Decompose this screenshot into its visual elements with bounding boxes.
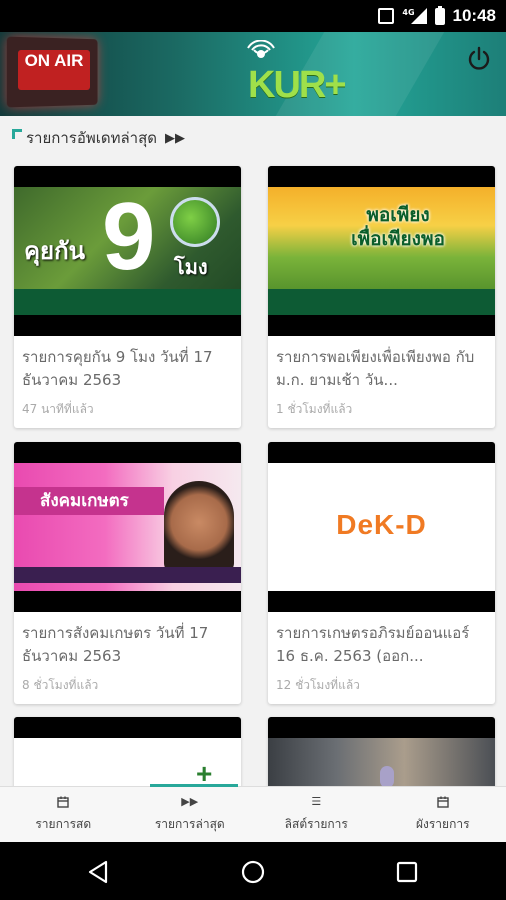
tab-latest[interactable]: ▶▶ รายการล่าสุด (127, 787, 254, 842)
clock: 10:48 (452, 6, 496, 25)
program-title[interactable]: รายการเกษตรอภิรมย์ออนแอร์ 16 ธ.ค. 2563 (… (268, 612, 495, 670)
status-bar: 4G 10:48 (0, 0, 506, 32)
calendar-icon (437, 796, 449, 808)
tab-live[interactable]: รายการสด (0, 787, 127, 842)
program-thumbnail[interactable]: DeK-D (268, 442, 495, 612)
list-icon: ☰ (311, 795, 322, 808)
tab-label: ผังรายการ (415, 817, 470, 831)
on-air-label: ON AIR (18, 50, 90, 90)
fast-forward-icon: ▶▶ (165, 130, 185, 146)
header-banner: ON AIR KUR+ (0, 32, 506, 116)
program-time: 47 นาทีที่แล้ว (22, 402, 94, 416)
tab-list[interactable]: ☰ ลิสต์รายการ (253, 787, 380, 842)
program-card[interactable]: พอเพียง เพื่อเพียงพอ รายการพอเพียงเพื่อเ… (268, 166, 495, 428)
program-card[interactable]: สังคมเกษตร รายการสังคมเกษตร วันที่ 17 ธั… (14, 442, 241, 704)
program-thumbnail[interactable]: พอเพียง เพื่อเพียงพอ (268, 166, 495, 336)
microphone-icon (380, 766, 394, 788)
vibrate-icon (378, 8, 395, 24)
thumbnail-text: คุยกัน (24, 237, 86, 265)
status-icons: 4G 10:48 (378, 0, 496, 32)
logo-text: KUR+ (248, 64, 347, 106)
section-accent (12, 129, 22, 139)
program-time: 8 ชั่วโมงที่แล้ว (22, 678, 99, 692)
thumbnail-text: โมง (174, 255, 208, 279)
section-title: รายการอัพเดทล่าสุด ▶▶ (12, 126, 185, 150)
tab-label: ลิสต์รายการ (284, 817, 348, 831)
back-icon[interactable] (86, 859, 112, 885)
tab-label: รายการล่าสุด (154, 817, 225, 831)
thumbnail-number: 9 (102, 183, 156, 290)
active-tab-indicator (150, 784, 238, 787)
program-thumbnail[interactable]: คุยกัน 9 โมง (14, 166, 241, 336)
host-photo (164, 481, 234, 573)
tab-schedule[interactable]: ผังรายการ (380, 787, 506, 842)
thumbnail-text: พอเพียง เพื่อเพียงพอ (351, 204, 445, 250)
program-card[interactable]: DeK-D รายการเกษตรอภิรมย์ออนแอร์ 16 ธ.ค. … (268, 442, 495, 704)
recents-icon[interactable] (394, 859, 420, 885)
tab-label: รายการสด (35, 817, 92, 831)
program-card[interactable]: คุยกัน 9 โมง รายการคุยกัน 9 โมง วันที่ 1… (14, 166, 241, 428)
power-icon[interactable] (466, 46, 492, 72)
thumbnail-text: สังคมเกษตร (14, 487, 164, 515)
program-thumbnail[interactable]: สังคมเกษตร (14, 442, 241, 612)
system-navigation-bar (0, 842, 506, 900)
calendar-icon (57, 796, 69, 808)
program-title[interactable]: รายการคุยกัน 9 โมง วันที่ 17 ธันวาคม 256… (14, 336, 241, 394)
kur-logo: KUR+ (244, 40, 354, 110)
bottom-navigation: รายการสด ▶▶ รายการล่าสุด ☰ ลิสต์รายการ ผ… (0, 784, 506, 842)
home-icon[interactable] (240, 859, 266, 885)
signal-icon: 4G (402, 8, 427, 24)
program-title[interactable]: รายการสังคมเกษตร วันที่ 17 ธันวาคม 2563 (14, 612, 241, 670)
program-time: 1 ชั่วโมงที่แล้ว (276, 402, 353, 416)
program-title[interactable]: รายการพอเพียงเพื่อเพียงพอ กับ ม.ก. ยามเช… (268, 336, 495, 394)
program-time: 12 ชั่วโมงที่แล้ว (276, 678, 360, 692)
section-title-text: รายการอัพเดทล่าสุด (26, 129, 157, 147)
thumbnail-logo: DeK-D (336, 509, 427, 540)
battery-charging-icon (434, 5, 445, 25)
fast-forward-icon: ▶▶ (181, 795, 199, 808)
broadcast-icon (247, 40, 275, 58)
